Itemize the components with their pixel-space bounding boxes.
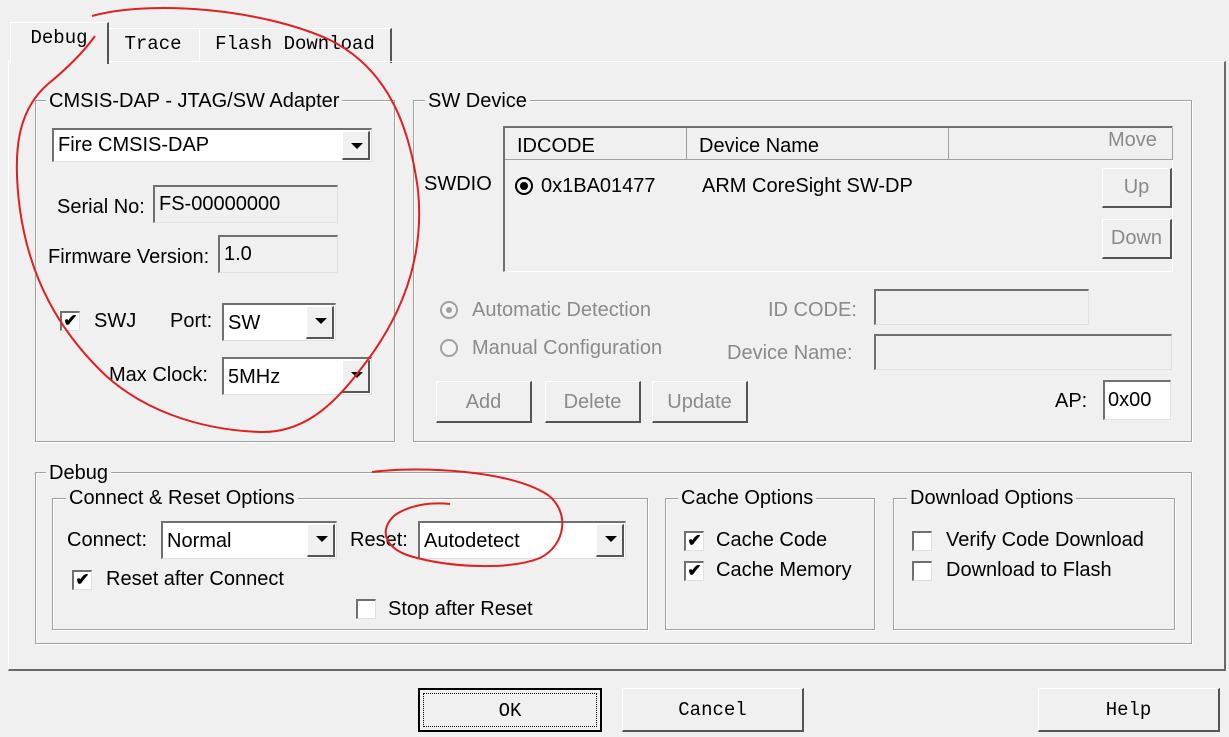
ap-field[interactable]: 0x00 [1103, 380, 1171, 420]
firmware-field: 1.0 [218, 235, 338, 273]
manual-config-label: Manual Configuration [472, 337, 663, 359]
chevron-down-icon[interactable] [596, 524, 624, 557]
reset-select-value: Autodetect [424, 530, 520, 552]
max-clock-label: Max Clock: [109, 364, 208, 386]
tab-debug[interactable]: Debug [10, 22, 109, 64]
adapter-legend: CMSIS-DAP - JTAG/SW Adapter [46, 90, 343, 112]
port-select[interactable]: SW [222, 303, 336, 341]
row-device-name: ARM CoreSight SW-DP [702, 175, 913, 197]
tab-flash-download[interactable]: Flash Download [199, 28, 392, 63]
ap-label: AP: [1055, 390, 1088, 412]
connect-select[interactable]: Normal [161, 521, 337, 559]
device-name-field[interactable] [874, 334, 1172, 370]
cache-memory-label: Cache Memory [716, 559, 852, 581]
chevron-down-icon[interactable] [342, 360, 370, 393]
delete-button[interactable]: Delete [545, 381, 641, 423]
cache-memory-checkbox[interactable]: ✔ [684, 561, 704, 581]
verify-code-checkbox[interactable] [912, 531, 932, 551]
column-header-idcode[interactable]: IDCODE [505, 128, 687, 160]
serial-label: Serial No: [57, 196, 145, 218]
reset-after-connect-label: Reset after Connect [106, 568, 284, 590]
radio-selected-icon [515, 177, 533, 195]
move-label: Move [1108, 129, 1157, 151]
list-item[interactable]: 0x1BA01477 ARM CoreSight SW-DP [513, 172, 1163, 200]
device-name-label: Device Name: [727, 342, 853, 364]
connect-select-value: Normal [167, 530, 232, 552]
swj-checkbox[interactable]: ✔ [60, 311, 80, 331]
adapter-select[interactable]: Fire CMSIS-DAP [52, 128, 372, 162]
firmware-label: Firmware Version: [48, 246, 210, 268]
idcode-label: ID CODE: [768, 299, 857, 321]
download-options-legend: Download Options [907, 487, 1077, 509]
stop-after-reset-checkbox[interactable] [356, 599, 376, 619]
max-clock-select-value: 5MHz [228, 366, 281, 388]
connect-reset-legend: Connect & Reset Options [66, 487, 298, 509]
verify-code-label: Verify Code Download [946, 529, 1144, 551]
idcode-field[interactable] [874, 289, 1089, 325]
reset-after-connect-checkbox[interactable]: ✔ [72, 570, 92, 590]
chevron-down-icon[interactable] [342, 131, 370, 160]
add-button[interactable]: Add [436, 381, 532, 423]
cache-options-legend: Cache Options [678, 487, 817, 509]
auto-detect-label: Automatic Detection [472, 299, 651, 321]
debug-legend: Debug [46, 462, 111, 484]
manual-config-radio[interactable] [440, 339, 458, 357]
stop-after-reset-label: Stop after Reset [388, 598, 533, 620]
reset-select[interactable]: Autodetect [418, 521, 626, 559]
update-button[interactable]: Update [652, 381, 748, 423]
download-to-flash-checkbox[interactable] [912, 561, 932, 581]
max-clock-select[interactable]: 5MHz [222, 357, 372, 395]
port-label: Port: [170, 310, 213, 332]
up-button[interactable]: Up [1102, 168, 1172, 208]
swj-label: SWJ [94, 310, 137, 332]
port-select-value: SW [228, 312, 261, 334]
help-button[interactable]: Help [1038, 688, 1220, 732]
sw-device-legend: SW Device [425, 90, 530, 112]
adapter-select-value: Fire CMSIS-DAP [58, 134, 210, 156]
reset-label: Reset: [350, 529, 408, 551]
chevron-down-icon[interactable] [307, 524, 335, 557]
down-button[interactable]: Down [1102, 219, 1172, 259]
serial-field: FS-00000000 [153, 185, 338, 223]
row-idcode: 0x1BA01477 [541, 175, 656, 197]
download-to-flash-label: Download to Flash [946, 559, 1112, 581]
chevron-down-icon[interactable] [306, 306, 334, 339]
column-header-device-name[interactable]: Device Name [687, 128, 949, 160]
swdio-label: SWDIO [424, 173, 492, 195]
connect-label: Connect: [67, 529, 148, 551]
auto-detect-radio[interactable] [440, 301, 458, 319]
cache-code-checkbox[interactable]: ✔ [684, 531, 704, 551]
ok-button[interactable]: OK [418, 688, 602, 732]
cancel-button[interactable]: Cancel [622, 688, 804, 732]
sw-device-list[interactable]: IDCODE Device Name 0x1BA01477 ARM CoreSi… [503, 126, 1173, 272]
cache-code-label: Cache Code [716, 529, 828, 551]
connect-reset-group [52, 498, 648, 630]
tab-trace[interactable]: Trace [106, 28, 201, 63]
